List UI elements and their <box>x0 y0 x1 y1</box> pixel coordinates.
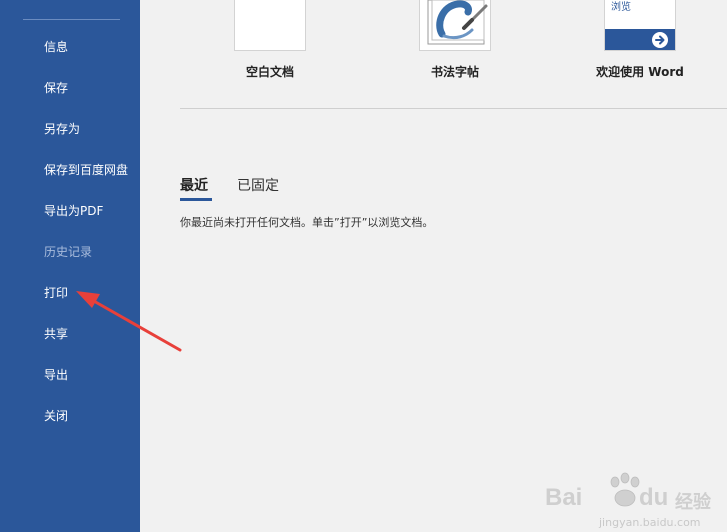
tab-pinned[interactable]: 已固定 <box>237 175 279 195</box>
blank-document-thumbnail[interactable] <box>234 0 306 51</box>
sidebar-item-history: 历史记录 <box>44 245 93 259</box>
watermark-brand: Bai <box>545 484 583 511</box>
watermark-url: jingyan.baidu.com <box>599 516 701 529</box>
sidebar-divider <box>23 19 120 20</box>
welcome-word-thumbnail[interactable]: 浏览 <box>604 0 676 51</box>
recent-empty-message: 你最近尚未打开任何文档。单击”打开”以浏览文档。 <box>180 216 434 229</box>
sidebar-item-export-pdf[interactable]: 导出为PDF <box>0 194 140 228</box>
baidu-jingyan-watermark: Bai du 经验 jingyan.baidu.com <box>539 470 719 532</box>
sidebar-item-save-to-baidu-pan[interactable]: 保存到百度网盘 <box>0 153 140 187</box>
word-backstage-view: 信息 保存 另存为 保存到百度网盘 导出为PDF 历史记录 打印 共享 导出 关… <box>0 0 727 532</box>
arrow-right-circle-icon <box>652 32 668 48</box>
template-label-calligraphy: 书法字帖 <box>430 65 479 79</box>
tab-recent[interactable]: 最近 <box>180 175 208 195</box>
template-label-blank: 空白文档 <box>245 65 294 79</box>
sidebar-item-close[interactable]: 关闭 <box>0 399 140 433</box>
section-divider <box>180 108 727 109</box>
sidebar-item-print[interactable]: 打印 <box>0 276 140 310</box>
welcome-thumb-text: 浏览 <box>611 2 631 13</box>
watermark-brand-tail: du <box>639 484 669 511</box>
sidebar-item-save[interactable]: 保存 <box>0 71 140 105</box>
tab-active-underline <box>180 198 212 201</box>
backstage-sidebar: 信息 保存 另存为 保存到百度网盘 导出为PDF 历史记录 打印 共享 导出 关… <box>0 0 140 532</box>
sidebar-item-save-as[interactable]: 另存为 <box>0 112 140 146</box>
calligraphy-template-thumbnail[interactable] <box>419 0 491 51</box>
sidebar-item-info[interactable]: 信息 <box>0 30 140 64</box>
sidebar-item-share[interactable]: 共享 <box>0 317 140 351</box>
backstage-main: 空白文档 书法字帖 浏览 欢迎使用 Word 最近 已固定 你最近尚未打开任何文… <box>140 0 727 532</box>
template-label-welcome: 欢迎使用 Word <box>596 65 684 79</box>
sidebar-item-export[interactable]: 导出 <box>0 358 140 392</box>
watermark-product: 经验 <box>675 492 711 513</box>
calligraphy-brush-icon <box>427 0 488 45</box>
